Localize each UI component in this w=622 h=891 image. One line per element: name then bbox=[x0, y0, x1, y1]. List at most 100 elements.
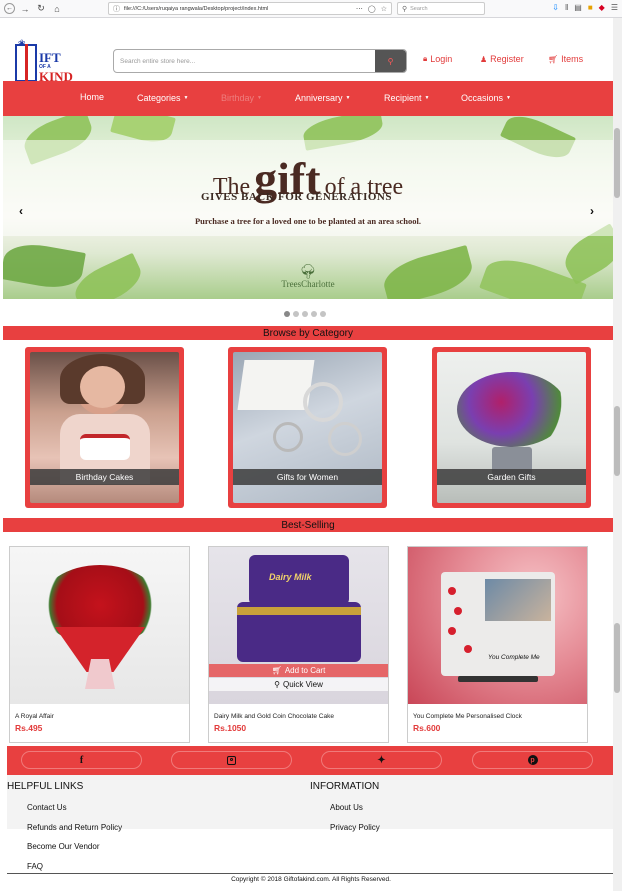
social-bar: f ✦ p bbox=[7, 746, 613, 775]
chevron-down-icon: ▼ bbox=[345, 95, 351, 101]
browse-title: Browse by Category bbox=[262, 327, 354, 339]
search-button[interactable]: ⚲ bbox=[375, 50, 406, 72]
footer-link-refunds[interactable]: Refunds and Return Policy bbox=[27, 823, 122, 832]
carousel-dot[interactable] bbox=[311, 311, 317, 317]
nav-occasions[interactable]: Occasions ▼ bbox=[461, 93, 511, 103]
footer-link-contact[interactable]: Contact Us bbox=[27, 803, 67, 812]
carousel-dot[interactable] bbox=[284, 311, 290, 317]
hero-description: Purchase a tree for a loved one to be pl… bbox=[194, 216, 422, 226]
nav-birthday-label: Birthday bbox=[221, 93, 255, 103]
browser-search-placeholder: Search bbox=[410, 5, 428, 12]
product-name[interactable]: Dairy Milk and Gold Coin Chocolate Cake bbox=[214, 713, 334, 720]
download-icon[interactable]: ⇩ bbox=[552, 3, 559, 12]
bestselling-heading: Best-Selling bbox=[3, 518, 613, 532]
scrollbar-thumb[interactable] bbox=[614, 623, 620, 693]
register-link[interactable]: ♟ Register bbox=[480, 54, 524, 64]
home-icon[interactable]: ⌂ bbox=[51, 3, 63, 15]
nav-recipient-label: Recipient bbox=[384, 93, 422, 103]
library-icon[interactable]: ‖ bbox=[565, 3, 568, 12]
chevron-down-icon: ▼ bbox=[257, 95, 262, 101]
back-icon[interactable]: ← bbox=[4, 3, 15, 14]
bookmark-star-icon[interactable]: ☆ bbox=[381, 5, 387, 13]
page-info-icon[interactable]: ⓘ bbox=[113, 4, 120, 14]
category-card-garden-gifts[interactable]: Garden Gifts bbox=[432, 347, 591, 508]
nav-anniversary[interactable]: Anniversary ▼ bbox=[295, 93, 350, 103]
items-label: Items bbox=[561, 54, 584, 64]
browser-search-bar[interactable]: ⚲ Search bbox=[397, 2, 485, 15]
footer-link-faq[interactable]: FAQ bbox=[27, 862, 43, 871]
trees-charlotte-logo: 🌳︎ TreesCharlotte bbox=[260, 265, 356, 290]
browse-category-heading: Browse by Category bbox=[3, 326, 613, 340]
carousel-dot[interactable] bbox=[293, 311, 299, 317]
carousel-dot[interactable] bbox=[320, 311, 326, 317]
register-label: Register bbox=[490, 54, 524, 64]
nav-recipient[interactable]: Recipient ▼ bbox=[384, 93, 429, 103]
store-search: ⚲ bbox=[113, 49, 407, 73]
store-search-input[interactable] bbox=[114, 50, 376, 72]
page-scrollbar[interactable] bbox=[613, 18, 622, 891]
product-image-clock: You Complete Me bbox=[408, 547, 587, 704]
search-icon: ⚲ bbox=[402, 5, 408, 13]
product-price: Rs.600 bbox=[413, 723, 441, 733]
url-bar[interactable]: ⓘ file:///C:/Users/ruqaiya rangwala/Desk… bbox=[108, 2, 392, 15]
twitter-button[interactable]: ✦ bbox=[321, 751, 442, 769]
carousel-dot[interactable] bbox=[302, 311, 308, 317]
product-price: Rs.495 bbox=[15, 723, 43, 733]
product-name[interactable]: A Royal Affair bbox=[15, 713, 54, 720]
login-link[interactable]: 🔒︎ Login bbox=[423, 54, 452, 64]
chevron-down-icon: ▼ bbox=[183, 95, 189, 101]
facebook-icon: f bbox=[79, 754, 84, 766]
page-actions-icon[interactable]: ⋯ bbox=[356, 5, 363, 13]
scrollbar-thumb[interactable] bbox=[614, 128, 620, 198]
nav-categories[interactable]: Categories ▼ bbox=[137, 93, 188, 103]
login-label: Login bbox=[430, 54, 453, 64]
pinterest-button[interactable]: p bbox=[472, 751, 593, 769]
footer-link-about[interactable]: About Us bbox=[330, 803, 363, 812]
search-icon: ⚲ bbox=[274, 680, 280, 689]
add-to-cart-label: Add to Cart bbox=[284, 666, 326, 675]
nav-birthday[interactable]: Birthday ▼ bbox=[221, 93, 262, 103]
reload-icon[interactable]: ↻ bbox=[35, 3, 47, 15]
extension-icon[interactable]: ■ bbox=[588, 3, 593, 12]
scrollbar-thumb[interactable] bbox=[614, 406, 620, 476]
add-to-cart-button[interactable]: 🛒︎ Add to Cart bbox=[209, 664, 388, 677]
product-image-royal-affair bbox=[10, 547, 189, 704]
menu-icon[interactable]: ☰ bbox=[611, 3, 618, 12]
cart-icon: 🛒︎ bbox=[548, 54, 559, 64]
chevron-down-icon: ▼ bbox=[506, 95, 511, 101]
shield-icon[interactable]: ◆ bbox=[599, 3, 605, 12]
pocket-icon[interactable]: ◯ bbox=[368, 5, 376, 13]
product-name[interactable]: You Complete Me Personalised Clock bbox=[413, 713, 522, 720]
quick-view-button[interactable]: ⚲ Quick View bbox=[209, 678, 388, 691]
carousel-prev-icon[interactable]: ‹ bbox=[19, 204, 23, 218]
carousel-next-icon[interactable]: › bbox=[590, 204, 594, 218]
sidebar-icon[interactable]: ▤ bbox=[574, 3, 582, 12]
nav-categories-label: Categories bbox=[137, 93, 181, 103]
footer-link-vendor[interactable]: Become Our Vendor bbox=[27, 842, 99, 851]
pinterest-icon: p bbox=[527, 755, 538, 765]
footer-link-privacy[interactable]: Privacy Policy bbox=[330, 823, 380, 832]
category-label: Garden Gifts bbox=[437, 469, 586, 485]
category-label: Birthday Cakes bbox=[30, 469, 179, 485]
copyright-text: Copyright © 2018 Giftofakind.com. All Ri… bbox=[231, 876, 391, 883]
cart-icon: 🛒︎ bbox=[271, 666, 282, 675]
category-card-birthday-cakes[interactable]: Birthday Cakes bbox=[25, 347, 184, 508]
product-card[interactable]: You Complete Me You Complete Me Personal… bbox=[407, 546, 588, 743]
product-price: Rs.1050 bbox=[214, 723, 247, 733]
carousel-indicators bbox=[284, 311, 326, 317]
instagram-button[interactable] bbox=[171, 751, 292, 769]
nav-home[interactable]: Home bbox=[80, 92, 104, 102]
main-navbar: Home Categories ▼ Birthday ▼ Anniversary… bbox=[3, 81, 613, 116]
tree-icon: 🌳︎ bbox=[299, 265, 317, 280]
facebook-button[interactable]: f bbox=[21, 751, 142, 769]
twitter-icon: ✦ bbox=[377, 754, 386, 766]
quick-view-label: Quick View bbox=[282, 680, 323, 689]
category-card-gifts-for-women[interactable]: Gifts for Women bbox=[228, 347, 387, 508]
lock-icon: 🔒︎ bbox=[423, 54, 428, 63]
product-image-chocolate-cake: Dairy Milk 🛒︎ Add to Cart ⚲ Quick View bbox=[209, 547, 388, 704]
product-card[interactable]: A Royal Affair Rs.495 bbox=[9, 546, 190, 743]
forward-icon[interactable]: → bbox=[19, 3, 31, 15]
product-card[interactable]: Dairy Milk 🛒︎ Add to Cart ⚲ Quick View D… bbox=[208, 546, 389, 743]
information-heading: INFORMATION bbox=[310, 781, 380, 792]
cart-items-link[interactable]: 🛒︎ Items bbox=[548, 54, 583, 64]
